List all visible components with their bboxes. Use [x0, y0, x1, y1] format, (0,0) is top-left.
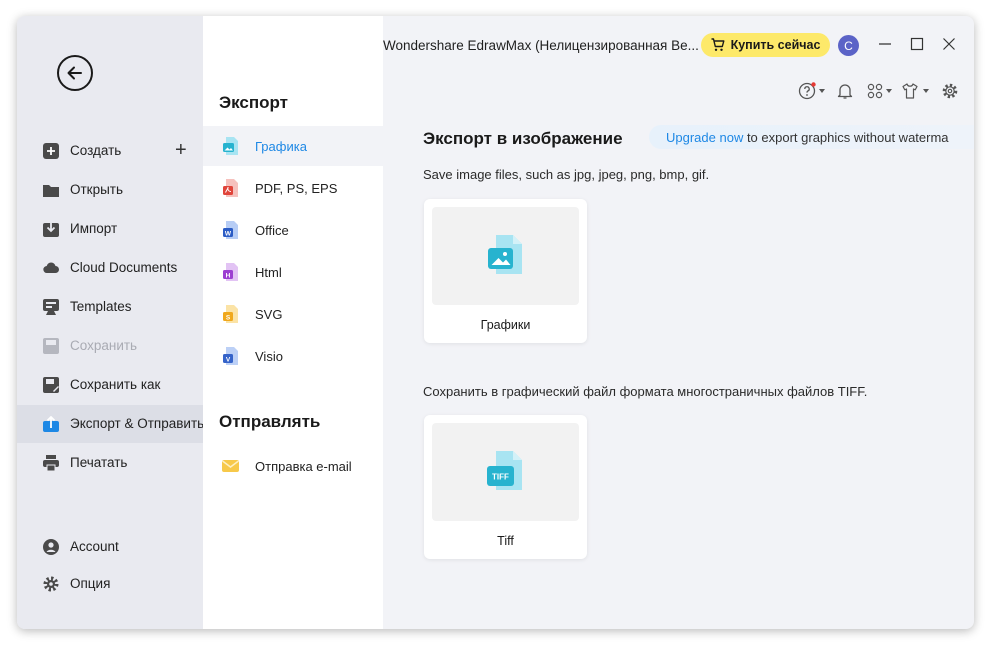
visio-file-icon: V: [223, 347, 238, 365]
left-navigation: Создать + Открыть Импорт Cloud Documents…: [17, 16, 205, 629]
nav-item-import[interactable]: Импорт: [17, 210, 203, 248]
export-tiff-card[interactable]: TIFF Tiff: [424, 415, 587, 559]
import-icon: [43, 221, 59, 237]
nav-item-label: Account: [70, 539, 119, 554]
title-bar: Wondershare EdrawMax (Нелицензированная …: [383, 16, 974, 72]
section-title-send: Отправлять: [219, 412, 321, 431]
nav-item-label: Cloud Documents: [70, 260, 178, 275]
html-file-icon: H: [223, 263, 238, 281]
nav-item-label: Сохранить как: [70, 377, 161, 392]
arrow-left-icon: [67, 66, 82, 80]
nav-item-options[interactable]: Опция: [17, 565, 203, 603]
export-option-label: Visio: [255, 349, 283, 364]
nav-item-label: Открыть: [70, 182, 124, 197]
export-option-label: PDF, PS, EPS: [255, 181, 338, 196]
export-option-label: Html: [255, 265, 282, 280]
avatar-letter: C: [844, 38, 853, 53]
nav-item-save-as[interactable]: Сохранить как: [17, 366, 203, 404]
templates-icon: [43, 299, 59, 315]
upgrade-banner: Upgrade now to export graphics without w…: [649, 125, 974, 149]
maximize-icon[interactable]: [910, 37, 924, 51]
send-option-email[interactable]: Отправка e-mail: [203, 446, 383, 486]
buy-now-button[interactable]: Купить сейчас: [701, 33, 830, 57]
export-option-label: Office: [255, 223, 289, 238]
upgrade-banner-text: to export graphics without waterma: [743, 130, 949, 145]
buy-now-label: Купить сейчас: [730, 38, 821, 52]
apps-grid-icon[interactable]: [866, 82, 884, 100]
plus-square-icon: [43, 143, 59, 159]
nav-item-label: Экспорт & Отправить: [70, 416, 205, 431]
nav-item-label: Templates: [70, 299, 132, 314]
graphics-description: Save image files, such as jpg, jpeg, png…: [423, 167, 710, 182]
card-thumbnail: TIFF: [432, 423, 579, 521]
pdf-file-icon: [223, 179, 238, 197]
export-option-graphics[interactable]: Графика: [203, 126, 383, 166]
export-option-label: Графика: [255, 139, 307, 154]
send-option-label: Отправка e-mail: [255, 459, 352, 474]
nav-item-templates[interactable]: Templates: [17, 288, 203, 326]
export-icon: [43, 416, 59, 432]
nav-item-label: Сохранить: [70, 338, 138, 353]
folder-icon: [43, 185, 59, 197]
export-options-panel: Экспорт Графика PDF, PS, EPS W Office H …: [203, 16, 383, 629]
printer-icon: [43, 455, 59, 471]
theme-caret-icon[interactable]: [923, 89, 929, 93]
nav-item-print[interactable]: Печатать: [17, 444, 203, 482]
account-icon: [43, 539, 59, 555]
section-title-export: Экспорт: [219, 93, 288, 112]
nav-item-open[interactable]: Открыть: [17, 171, 203, 209]
app-window: Создать + Открыть Импорт Cloud Documents…: [17, 16, 974, 629]
nav-item-label: Импорт: [70, 221, 118, 236]
word-file-icon: W: [223, 221, 238, 239]
card-thumbnail: [432, 207, 579, 305]
upgrade-now-link[interactable]: Upgrade now: [666, 130, 743, 145]
svg-text:S: S: [226, 315, 231, 322]
nav-item-label: Создать: [70, 143, 122, 158]
export-option-office[interactable]: W Office: [203, 210, 383, 250]
nav-item-create[interactable]: Создать +: [17, 132, 203, 170]
nav-item-save: Сохранить: [17, 327, 203, 365]
svg-file-icon: S: [223, 305, 238, 323]
avatar[interactable]: C: [838, 35, 859, 56]
help-caret-icon[interactable]: [819, 89, 825, 93]
svg-text:H: H: [226, 273, 231, 280]
email-icon: [222, 460, 239, 472]
nav-item-export-send[interactable]: Экспорт & Отправить: [17, 405, 205, 443]
nav-item-cloud-documents[interactable]: Cloud Documents: [17, 249, 203, 287]
add-new-icon[interactable]: +: [175, 140, 187, 160]
export-option-html[interactable]: H Html: [203, 252, 383, 292]
back-button[interactable]: [57, 55, 93, 91]
nav-item-label: Опция: [70, 576, 111, 591]
close-icon[interactable]: [942, 37, 956, 51]
export-option-pdf[interactable]: PDF, PS, EPS: [203, 168, 383, 208]
minimize-icon[interactable]: [878, 37, 892, 51]
content-title: Экспорт в изображение: [423, 129, 623, 148]
bell-icon[interactable]: [836, 82, 854, 100]
app-title: Wondershare EdrawMax (Нелицензированная …: [383, 38, 699, 53]
export-graphics-card[interactable]: Графики: [424, 199, 587, 343]
card-caption: Графики: [480, 318, 531, 332]
image-file-large-icon: [488, 235, 522, 274]
tiff-file-large-icon: TIFF: [487, 451, 522, 490]
tiff-description: Сохранить в графический файл формата мно…: [423, 384, 868, 399]
save-icon: [43, 338, 59, 354]
shirt-icon[interactable]: [901, 82, 919, 100]
svg-text:V: V: [226, 357, 231, 364]
svg-text:W: W: [225, 231, 232, 238]
card-caption: Tiff: [497, 534, 514, 548]
save-as-icon: [43, 377, 59, 393]
nav-item-account[interactable]: Account: [17, 528, 203, 566]
image-file-icon: [223, 137, 238, 155]
apps-caret-icon[interactable]: [886, 89, 892, 93]
settings-gear-icon[interactable]: [941, 82, 959, 100]
tiff-badge-label: TIFF: [492, 473, 509, 482]
nav-item-label: Печатать: [70, 455, 128, 470]
export-option-svg[interactable]: S SVG: [203, 294, 383, 334]
cloud-icon: [43, 262, 59, 274]
export-option-visio[interactable]: V Visio: [203, 336, 383, 376]
help-icon[interactable]: [798, 82, 816, 100]
cart-icon: [711, 38, 725, 51]
export-option-label: SVG: [255, 307, 283, 322]
gear-icon: [43, 576, 59, 592]
